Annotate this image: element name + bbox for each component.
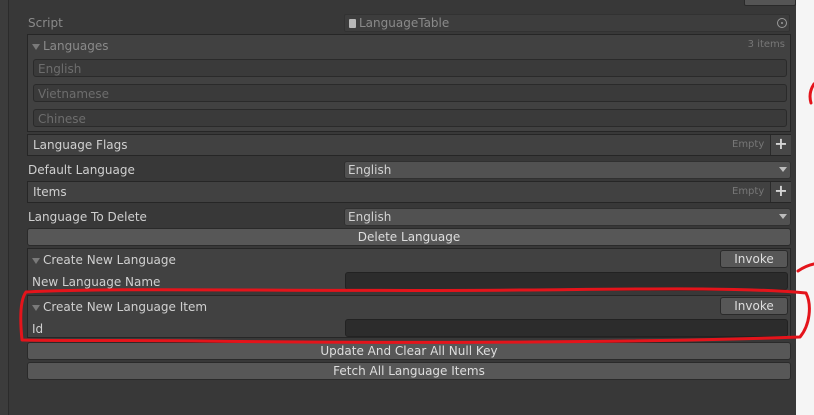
- language-item-english[interactable]: English: [33, 59, 787, 77]
- dropdown-arrow-icon: [779, 167, 787, 172]
- left-panel-edge: [0, 0, 9, 415]
- items-list: Items Empty +: [27, 181, 791, 203]
- language-flags-empty: Empty: [732, 139, 765, 150]
- language-flags-label: Language Flags: [33, 138, 128, 152]
- items-empty: Empty: [732, 186, 765, 197]
- update-clear-null-button[interactable]: Update And Clear All Null Key: [27, 342, 791, 360]
- create-item-panel: Create New Language Item Invoke Id: [27, 295, 791, 338]
- script-file-icon: [349, 19, 356, 28]
- language-flags-list: Language Flags Empty +: [27, 134, 791, 156]
- items-label: Items: [33, 185, 67, 199]
- background-window-strip: [796, 0, 814, 415]
- create-item-header[interactable]: Create New Language Item: [32, 299, 207, 315]
- foldout-arrow-icon: [32, 304, 40, 311]
- foldout-arrow-icon: [32, 257, 40, 264]
- language-to-delete-dropdown[interactable]: English: [344, 208, 791, 226]
- id-input[interactable]: [345, 319, 788, 337]
- new-language-name-label: New Language Name: [32, 275, 161, 289]
- script-label: Script: [28, 16, 63, 30]
- languages-header[interactable]: Languages: [32, 38, 108, 54]
- languages-count: 3 items: [747, 39, 785, 50]
- languages-list: Languages 3 items English Vietnamese Chi…: [27, 34, 791, 132]
- add-flag-button[interactable]: +: [770, 135, 791, 155]
- invoke-create-item-button[interactable]: Invoke: [720, 297, 788, 315]
- id-label: Id: [32, 322, 44, 336]
- default-language-label: Default Language: [28, 163, 135, 177]
- invoke-create-language-button[interactable]: Invoke: [720, 250, 788, 268]
- header-button-edge[interactable]: [744, 0, 796, 6]
- foldout-arrow-icon: [32, 43, 40, 50]
- language-item-chinese[interactable]: Chinese: [33, 109, 787, 127]
- object-picker-icon[interactable]: [777, 18, 787, 28]
- create-language-panel: Create New Language Invoke New Language …: [27, 248, 791, 291]
- language-item-vietnamese[interactable]: Vietnamese: [33, 84, 787, 102]
- fetch-items-button[interactable]: Fetch All Language Items: [27, 362, 791, 380]
- script-field[interactable]: LanguageTable: [344, 14, 790, 32]
- script-value: LanguageTable: [359, 16, 450, 30]
- language-to-delete-label: Language To Delete: [28, 210, 147, 224]
- default-language-dropdown[interactable]: English: [344, 161, 791, 179]
- dropdown-arrow-icon: [779, 214, 787, 219]
- add-item-button[interactable]: +: [770, 182, 791, 202]
- delete-language-button[interactable]: Delete Language: [27, 228, 791, 246]
- new-language-name-input[interactable]: [345, 272, 788, 290]
- create-language-header[interactable]: Create New Language: [32, 252, 176, 268]
